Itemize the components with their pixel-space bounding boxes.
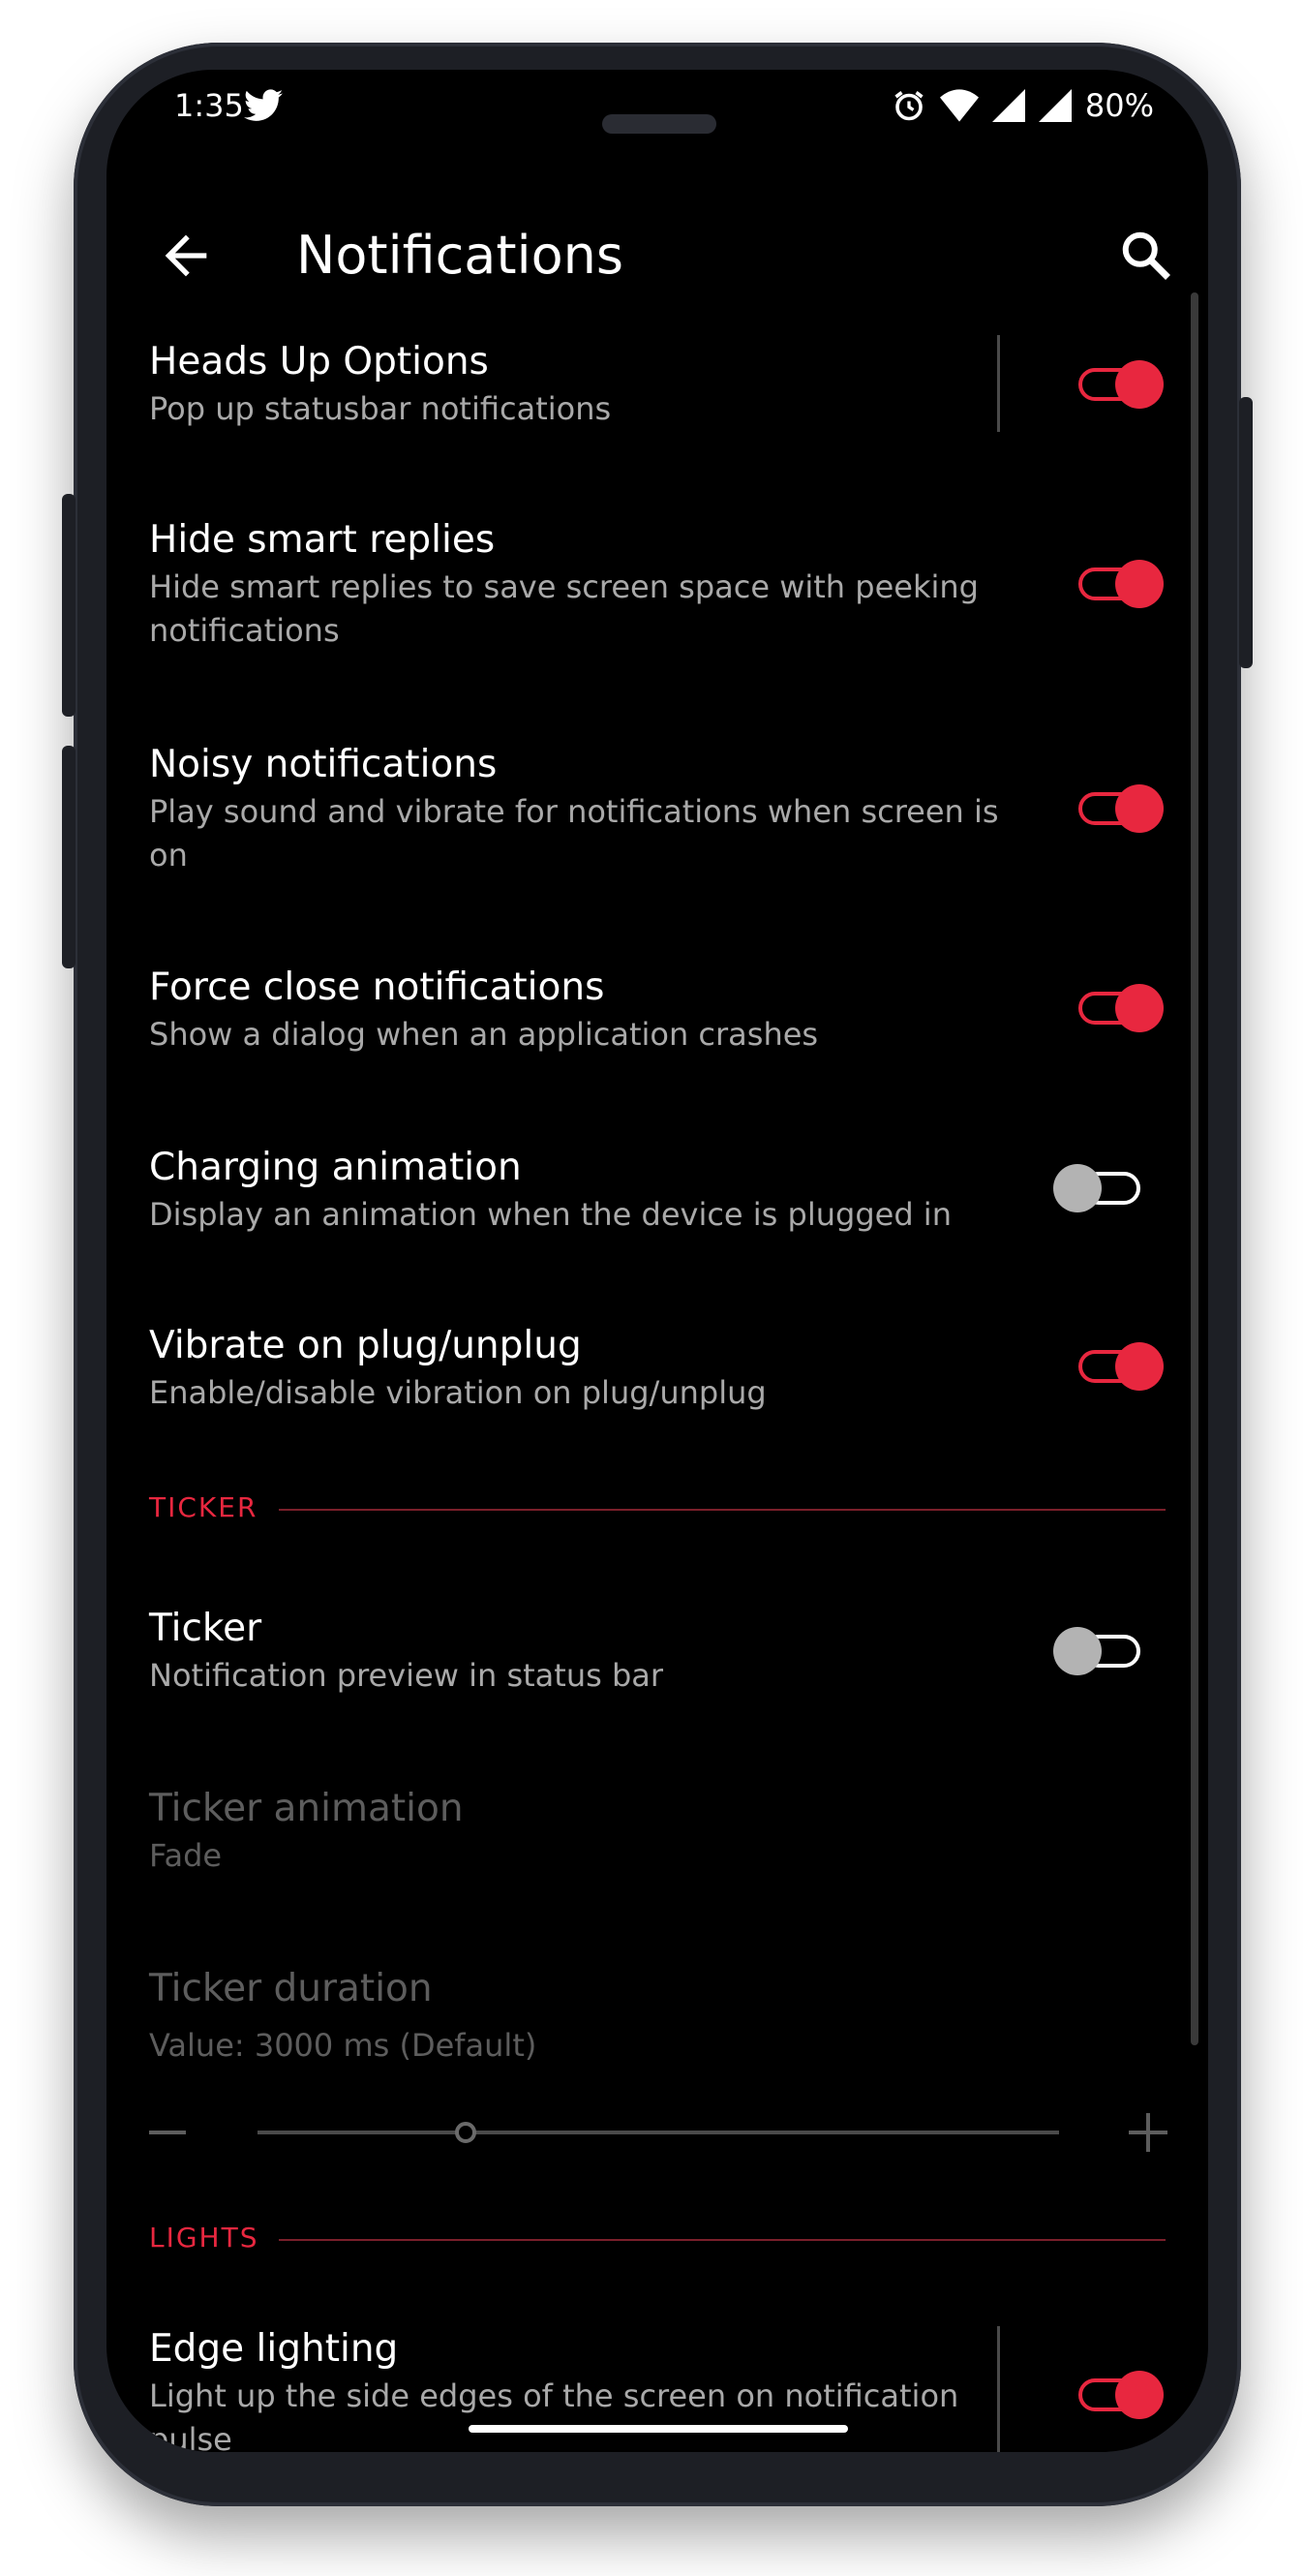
ticker-toggle[interactable] [1053,1627,1146,1675]
section-header-ticker: TICKER [149,1491,1166,1530]
twitter-icon [244,89,283,121]
volume-up-button [62,494,76,717]
pref-title: Charging animation [149,1146,522,1189]
hide-smart-replies-toggle[interactable] [1073,560,1166,608]
power-button [1239,397,1253,668]
slider-track [258,2131,1059,2134]
edge-lighting-toggle[interactable] [1073,2371,1166,2419]
alarm-icon [894,91,924,121]
charging-animation-toggle[interactable] [1053,1164,1146,1212]
pref-title: Ticker [149,1607,262,1650]
signal-icon [1038,89,1072,122]
pref-divider [997,2326,1000,2452]
vibrate-plug-toggle[interactable] [1073,1342,1166,1391]
pref-summary: Value: 3000 ms (Default) [149,2027,537,2064]
decrease-icon [149,2131,186,2134]
pref-ticker-animation: Ticker animation Fade [149,1786,1117,1878]
pref-summary: Fade [149,1837,223,1874]
volume-down-button [62,746,76,968]
pref-summary: Hide smart replies to save screen space … [149,568,979,649]
slider-thumb [455,2122,477,2143]
status-bar: 1:35 80% [106,70,1208,176]
pref-title: Ticker duration [149,1967,433,2010]
heads-up-toggle[interactable] [1073,360,1166,409]
section-label: LIGHTS [149,2222,259,2254]
pref-summary: Pop up statusbar notifications [149,390,612,427]
scrollbar[interactable] [1191,292,1198,2045]
wifi-icon [939,89,979,122]
pref-title: Heads Up Options [149,340,489,383]
pref-title: Edge lighting [149,2327,399,2371]
section-divider [279,1509,1166,1511]
app-bar: Notifications [106,205,1208,312]
increase-icon [1129,2113,1167,2152]
section-divider [279,2239,1166,2241]
section-label: TICKER [149,1491,258,1523]
section-header-lights: LIGHTS [149,2222,1166,2260]
pref-summary: Notification preview in status bar [149,1657,664,1694]
force-close-toggle[interactable] [1073,984,1166,1032]
pref-title: Ticker animation [149,1787,464,1830]
signal-icon [991,89,1025,122]
screen: 1:35 80% Notifications Heads Up Options … [106,70,1208,2452]
pref-title: Noisy notifications [149,743,498,786]
noisy-notifications-toggle[interactable] [1073,784,1166,833]
pref-summary: Enable/disable vibration on plug/unplug [149,1374,767,1411]
pref-summary: Light up the side edges of the screen on… [149,2377,959,2452]
battery-percent: 80% [1084,87,1154,124]
pref-summary: Show a dialog when an application crashe… [149,1016,819,1053]
pref-summary: Display an animation when the device is … [149,1196,952,1233]
home-indicator[interactable] [469,2425,848,2433]
pref-summary: Play sound and vibrate for notifications… [149,793,999,874]
back-arrow-icon[interactable] [155,225,217,287]
pref-title: Vibrate on plug/unplug [149,1324,582,1367]
pref-ticker-duration: Ticker duration Value: 3000 ms (Default) [149,1966,1117,2068]
page-title: Notifications [296,225,623,286]
pref-title: Force close notifications [149,966,605,1009]
pref-divider [997,335,1000,432]
status-time: 1:35 [174,87,244,124]
search-icon[interactable] [1117,227,1175,285]
pref-title: Hide smart replies [149,518,496,562]
ticker-duration-slider [149,2103,1167,2162]
